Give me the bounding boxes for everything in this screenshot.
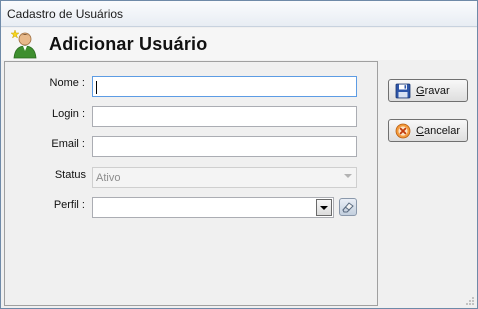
eraser-icon: [342, 202, 354, 213]
dialog-header: Adicionar Usuário: [1, 28, 477, 60]
perfil-label: Perfil :: [53, 199, 85, 211]
status-value: Ativo: [96, 172, 121, 184]
user-add-icon: [11, 29, 37, 59]
email-label: Email :: [51, 138, 85, 150]
perfil-dropdown-button[interactable]: [316, 199, 332, 216]
status-select: Ativo: [92, 167, 357, 188]
chevron-down-icon: [320, 206, 328, 210]
title-bar[interactable]: Cadastro de Usuários: [1, 1, 477, 27]
cancelar-label: Cancelar: [416, 125, 461, 137]
nome-input[interactable]: [92, 76, 357, 97]
text-caret: [96, 81, 97, 94]
clear-perfil-button[interactable]: [339, 198, 357, 216]
gravar-label: Gravar: [416, 85, 450, 97]
login-label: Login :: [51, 108, 85, 120]
email-input[interactable]: [92, 136, 357, 157]
dialog-window: Cadastro de Usuários Adicionar Usuário N…: [0, 0, 478, 309]
gravar-button[interactable]: Gravar: [388, 79, 468, 102]
nome-label: Nome :: [49, 77, 85, 89]
resize-grip-icon[interactable]: [465, 296, 475, 306]
perfil-select[interactable]: [92, 197, 334, 218]
floppy-disk-icon: [395, 83, 411, 99]
chevron-down-icon: [344, 174, 352, 178]
page-title: Adicionar Usuário: [49, 34, 208, 54]
cancel-circle-icon: [395, 123, 411, 139]
login-input[interactable]: [92, 106, 357, 127]
window-title: Cadastro de Usuários: [7, 7, 124, 21]
status-label: Status: [54, 169, 86, 181]
cancelar-button[interactable]: Cancelar: [388, 119, 468, 142]
